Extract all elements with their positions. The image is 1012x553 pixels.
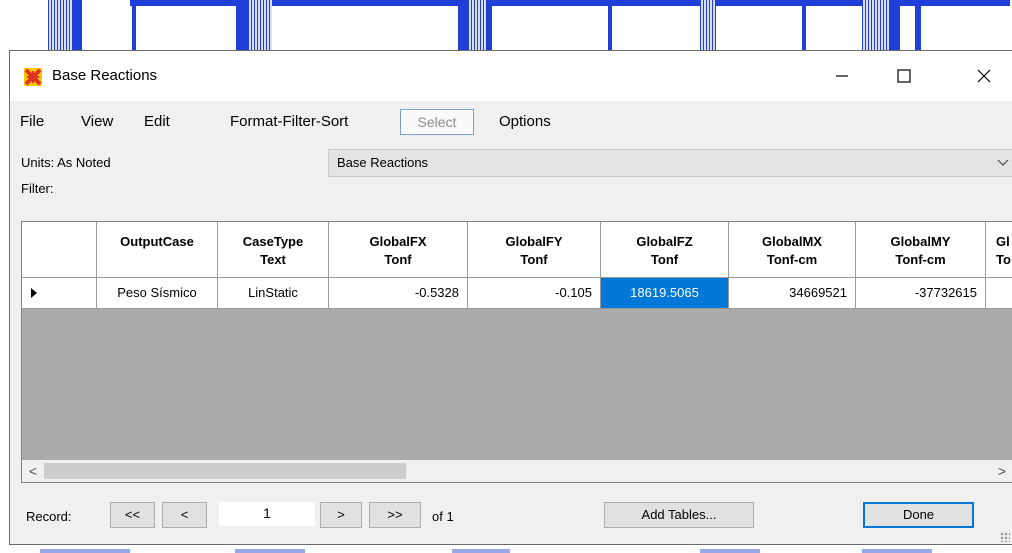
menu-select[interactable]: Select [400, 109, 474, 135]
record-count: of 1 [432, 509, 454, 524]
previous-record-button[interactable]: < [162, 502, 207, 528]
table-header-row: OutputCase CaseType Text GlobalFX Tonf Glo… [22, 222, 1012, 278]
units-label: Units: As Noted [21, 155, 111, 170]
base-reactions-dialog: Base Reactions File View Edit Format-Fil… [9, 50, 1012, 545]
cell-globalmz[interactable] [986, 278, 1012, 309]
header-globalmz[interactable]: Gl To [986, 222, 1012, 278]
model-view-bottom [0, 545, 1012, 553]
window-title: Base Reactions [52, 67, 158, 84]
menu-edit[interactable]: Edit [144, 109, 170, 135]
minimize-button[interactable] [814, 51, 870, 101]
maximize-button[interactable] [876, 51, 932, 101]
first-record-button[interactable]: << [110, 502, 155, 528]
close-icon [977, 69, 991, 83]
scroll-left-button[interactable]: < [22, 460, 44, 482]
current-row-pointer-icon [31, 288, 37, 298]
menu-format-filter-sort[interactable]: Format-Filter-Sort [230, 109, 348, 135]
row-header-corner [22, 222, 97, 278]
menu-file[interactable]: File [20, 109, 44, 135]
table-select-dropdown[interactable]: Base Reactions [328, 149, 1012, 177]
last-record-button[interactable]: >> [369, 502, 421, 528]
minimize-icon [836, 75, 848, 77]
menu-options[interactable]: Options [499, 109, 551, 135]
table-row[interactable]: Peso Sísmico LinStatic -0.5328 -0.105 18… [22, 278, 1012, 309]
header-globalfx[interactable]: GlobalFX Tonf [329, 222, 468, 278]
close-button[interactable] [956, 51, 1012, 101]
header-globalfz[interactable]: GlobalFZ Tonf [601, 222, 729, 278]
row-selector[interactable] [22, 278, 97, 309]
record-number-input[interactable]: 1 [219, 502, 315, 526]
model-view-background [0, 0, 1012, 50]
next-record-button[interactable]: > [320, 502, 362, 528]
header-casetype[interactable]: CaseType Text [218, 222, 329, 278]
resize-grip-icon[interactable] [1000, 532, 1010, 542]
record-label: Record: [26, 509, 72, 524]
filter-label: Filter: [21, 181, 54, 196]
menu-bar: File View Edit Format-Filter-Sort Select… [10, 109, 1012, 137]
scrollbar-thumb[interactable] [44, 463, 406, 479]
header-outputcase[interactable]: OutputCase [97, 222, 218, 278]
data-grid[interactable]: OutputCase CaseType Text GlobalFX Tonf Glo… [21, 221, 1012, 483]
chevron-down-icon [997, 159, 1009, 166]
maximize-icon [897, 69, 911, 83]
table-select-value: Base Reactions [337, 155, 429, 170]
done-button[interactable]: Done [863, 502, 974, 528]
menu-view[interactable]: View [81, 109, 113, 135]
cell-outputcase[interactable]: Peso Sísmico [97, 278, 218, 309]
cell-globalfx[interactable]: -0.5328 [329, 278, 468, 309]
add-tables-button[interactable]: Add Tables... [604, 502, 754, 528]
title-bar: Base Reactions [10, 51, 1012, 101]
horizontal-scrollbar[interactable]: < > [22, 460, 1012, 482]
cell-globalfy[interactable]: -0.105 [468, 278, 601, 309]
cell-globalmy[interactable]: -37732615 [856, 278, 986, 309]
cell-globalmx[interactable]: 34669521 [729, 278, 856, 309]
app-logo-icon [24, 68, 42, 86]
cell-casetype[interactable]: LinStatic [218, 278, 329, 309]
header-globalmx[interactable]: GlobalMX Tonf-cm [729, 222, 856, 278]
header-globalfy[interactable]: GlobalFY Tonf [468, 222, 601, 278]
header-globalmy[interactable]: GlobalMY Tonf-cm [856, 222, 986, 278]
cell-globalfz-selected[interactable]: 18619.5065 [601, 278, 729, 309]
scroll-right-button[interactable]: > [991, 460, 1012, 482]
